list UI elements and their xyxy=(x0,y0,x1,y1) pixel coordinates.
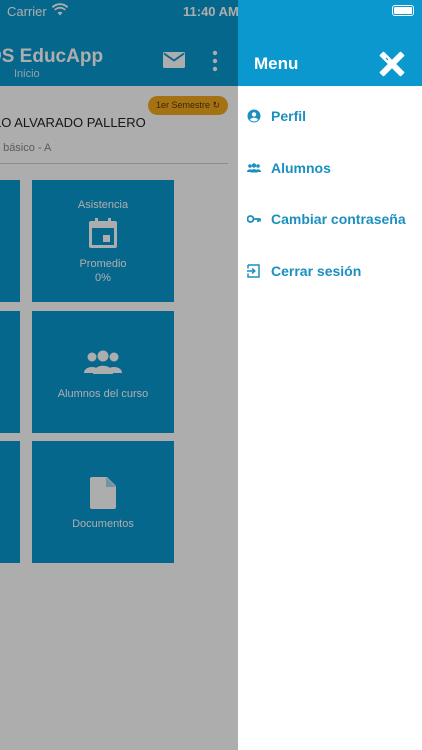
drawer-scrim[interactable] xyxy=(0,0,238,750)
account-circle-icon xyxy=(247,109,261,123)
menu-item-perfil[interactable]: Perfil xyxy=(238,96,422,136)
key-icon xyxy=(247,215,261,223)
navigation-drawer: Menu Perfil Alumnos Cambiar contraseña C… xyxy=(238,0,422,750)
menu-item-label: Perfil xyxy=(271,108,307,124)
drawer-header: Menu xyxy=(238,0,422,86)
group-icon xyxy=(247,163,261,173)
menu-item-cerrar-sesion[interactable]: Cerrar sesión xyxy=(238,251,422,291)
menu-item-label: Cerrar sesión xyxy=(271,263,362,279)
menu-item-cambiar-contrasena[interactable]: Cambiar contraseña xyxy=(238,199,422,239)
pencil-ruler-icon xyxy=(379,51,405,77)
logout-icon xyxy=(247,264,260,278)
menu-item-label: Cambiar contraseña xyxy=(271,211,406,227)
battery-icon xyxy=(392,5,414,16)
menu-item-label: Alumnos xyxy=(271,160,331,176)
menu-item-alumnos[interactable]: Alumnos xyxy=(238,148,422,188)
drawer-title: Menu xyxy=(254,54,299,73)
